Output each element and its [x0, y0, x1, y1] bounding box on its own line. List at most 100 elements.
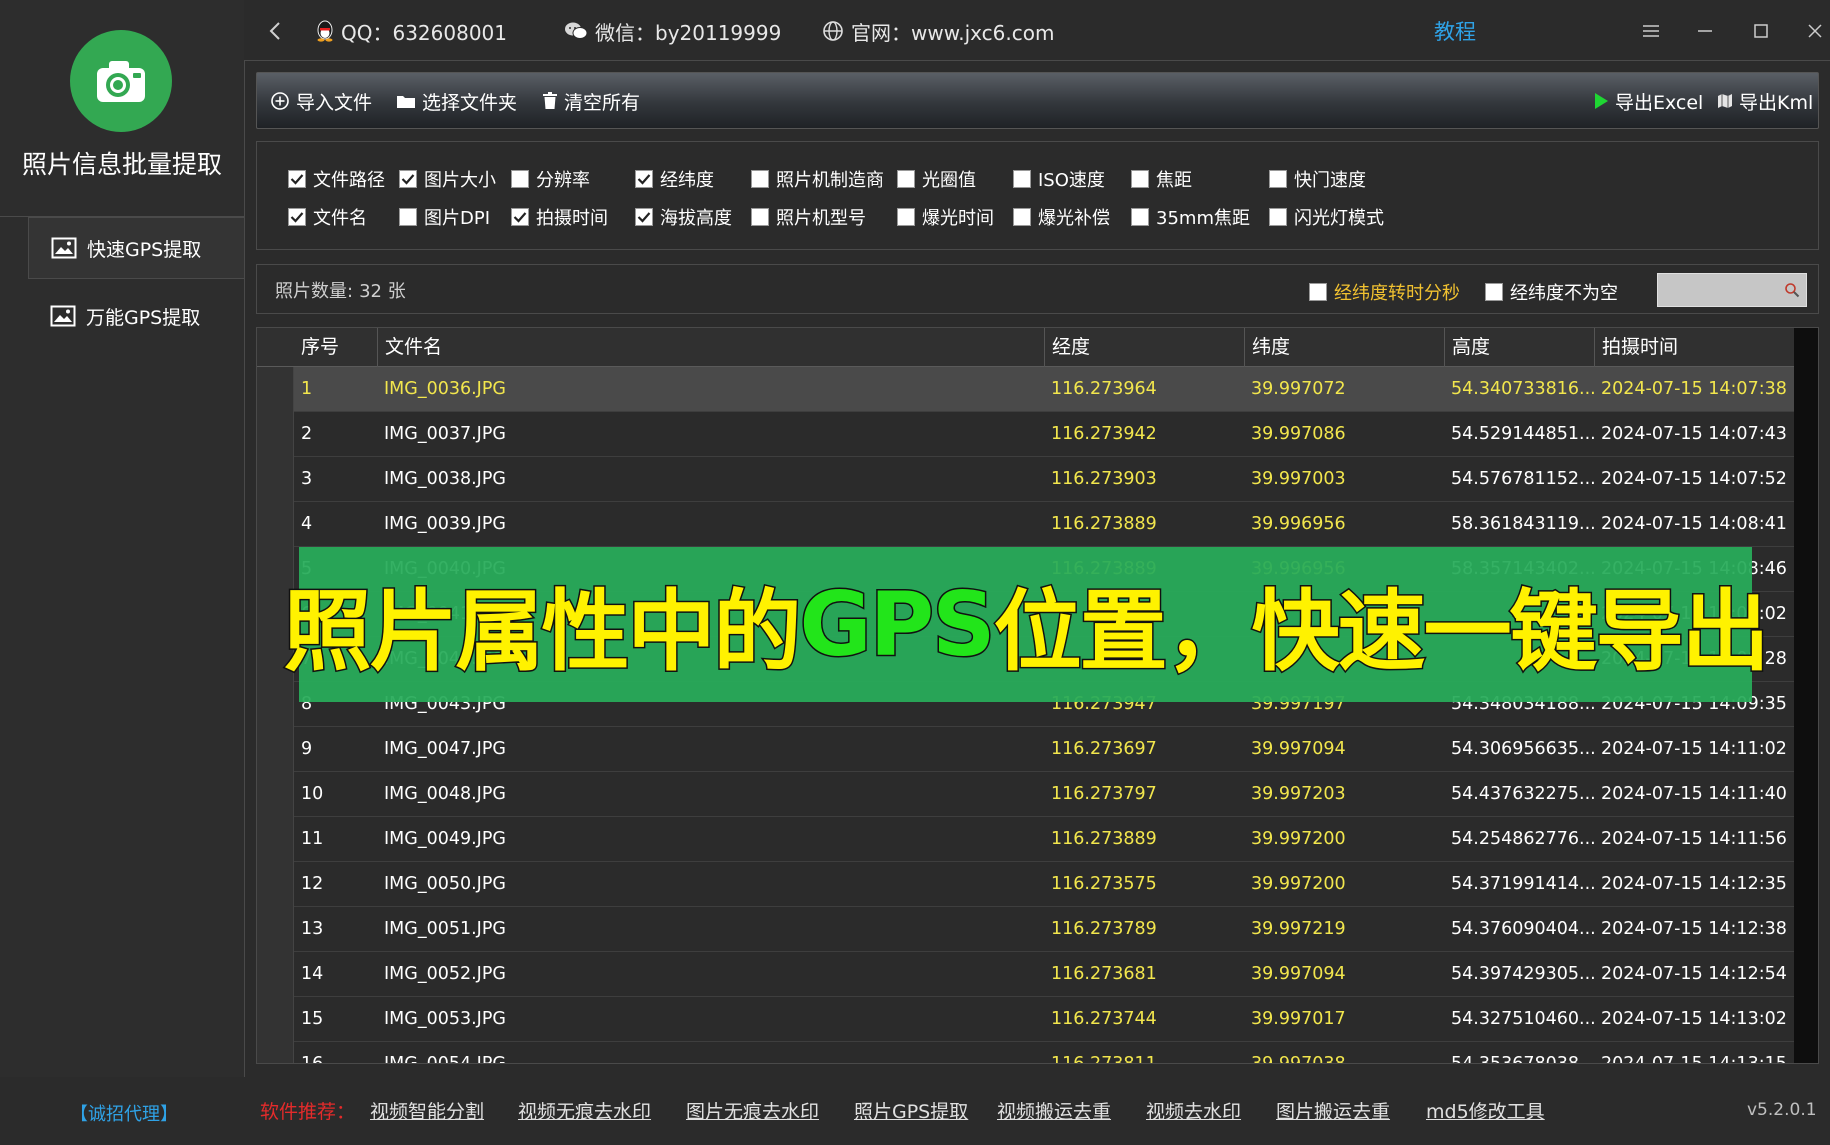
checkbox[interactable]: [1269, 170, 1287, 188]
option-35mm-focal[interactable]: 35mm焦距: [1131, 204, 1250, 230]
export-kml-button[interactable]: 导出Kml: [1717, 83, 1813, 119]
column-header-filename[interactable]: 文件名: [377, 328, 1044, 367]
website-link[interactable]: 官网：www.jxc6.com: [822, 14, 1054, 48]
search-input[interactable]: [1657, 273, 1807, 307]
option-dms-convert[interactable]: 经纬度转时分秒: [1309, 279, 1460, 305]
recommend-link[interactable]: 视频去水印: [1146, 1097, 1241, 1124]
column-header-altitude[interactable]: 高度: [1444, 328, 1594, 367]
row-header[interactable]: [257, 412, 294, 457]
checkbox[interactable]: [399, 170, 417, 188]
table-row[interactable]: 10 IMG_0048.JPG 116.273797 39.997203 54.4376…: [257, 772, 1794, 817]
option-file-path[interactable]: 文件路径: [288, 166, 385, 192]
checkbox[interactable]: [288, 170, 306, 188]
column-header-shoot-time[interactable]: 拍摄时间: [1594, 328, 1794, 367]
table-row[interactable]: 12 IMG_0050.JPG 116.273575 39.997200 54.3719…: [257, 862, 1794, 907]
sidebar-item-universal-gps[interactable]: 万能GPS提取: [28, 285, 244, 347]
option-aperture[interactable]: 光圈值: [897, 166, 976, 192]
checkbox[interactable]: [897, 170, 915, 188]
checkbox[interactable]: [751, 170, 769, 188]
row-header[interactable]: [257, 1042, 294, 1063]
clear-all-button[interactable]: 清空所有: [542, 83, 640, 119]
back-button[interactable]: [268, 14, 282, 48]
option-iso[interactable]: ISO速度: [1013, 166, 1105, 192]
table-row[interactable]: 14 IMG_0052.JPG 116.273681 39.997094 54.3974…: [257, 952, 1794, 997]
vertical-scrollbar[interactable]: [1794, 328, 1818, 1063]
row-header[interactable]: [257, 952, 294, 997]
option-resolution[interactable]: 分辨率: [511, 166, 590, 192]
checkbox[interactable]: [288, 208, 306, 226]
checkbox[interactable]: [897, 208, 915, 226]
option-shutter-speed[interactable]: 快门速度: [1269, 166, 1366, 192]
table-row[interactable]: 4 IMG_0039.JPG 116.273889 39.996956 58.36184…: [257, 502, 1794, 547]
row-header[interactable]: [257, 862, 294, 907]
checkbox[interactable]: [635, 170, 653, 188]
checkbox[interactable]: [1013, 208, 1031, 226]
checkbox[interactable]: [511, 208, 529, 226]
option-camera-model[interactable]: 照片机型号: [751, 204, 866, 230]
option-lat-lng[interactable]: 经纬度: [635, 166, 714, 192]
recommend-link[interactable]: 照片GPS提取: [854, 1097, 968, 1124]
option-nonempty-coords[interactable]: 经纬度不为空: [1485, 279, 1618, 305]
row-header[interactable]: [257, 367, 294, 412]
column-header-latitude[interactable]: 纬度: [1244, 328, 1444, 367]
table-cell-index: 15: [301, 1009, 324, 1029]
minimize-button[interactable]: [1685, 14, 1725, 48]
table-row[interactable]: 13 IMG_0051.JPG 116.273789 39.997219 54.3760…: [257, 907, 1794, 952]
table-row[interactable]: 15 IMG_0053.JPG 116.273744 39.997017 54.3275…: [257, 997, 1794, 1042]
row-header[interactable]: [257, 817, 294, 862]
checkbox[interactable]: [1131, 170, 1149, 188]
checkbox[interactable]: [511, 170, 529, 188]
row-header[interactable]: [257, 997, 294, 1042]
table-row[interactable]: 9 IMG_0047.JPG 116.273697 39.997094 54.30695…: [257, 727, 1794, 772]
option-image-dpi[interactable]: 图片DPI: [399, 204, 490, 230]
option-file-name[interactable]: 文件名: [288, 204, 367, 230]
checkbox[interactable]: [751, 208, 769, 226]
checkbox[interactable]: [1485, 283, 1503, 301]
row-header[interactable]: [257, 772, 294, 817]
option-image-size[interactable]: 图片大小: [399, 166, 496, 192]
option-camera-maker[interactable]: 照片机制造商: [751, 166, 884, 192]
table-row[interactable]: 11 IMG_0049.JPG 116.273889 39.997200 54.2548…: [257, 817, 1794, 862]
table-row[interactable]: 16 IMG_0054.JPG 116.273811 39.997038 54.3536…: [257, 1042, 1794, 1063]
agent-recruit-link[interactable]: 【诚招代理】: [70, 1100, 178, 1126]
import-file-button[interactable]: 导入文件: [270, 83, 372, 119]
row-header[interactable]: [257, 502, 294, 547]
maximize-button[interactable]: [1741, 14, 1781, 48]
recommend-link[interactable]: 视频智能分割: [370, 1097, 484, 1124]
table-row[interactable]: 3 IMG_0038.JPG 116.273903 39.997003 54.57678…: [257, 457, 1794, 502]
option-exposure-time[interactable]: 爆光时间: [897, 204, 994, 230]
option-shoot-time[interactable]: 拍摄时间: [511, 204, 608, 230]
recommend-link[interactable]: 视频搬运去重: [997, 1097, 1111, 1124]
table-row[interactable]: 1 IMG_0036.JPG 116.273964 39.997072 54.34073…: [257, 367, 1794, 412]
option-focal-length[interactable]: 焦距: [1131, 166, 1192, 192]
recommend-link[interactable]: md5修改工具: [1426, 1097, 1545, 1124]
recommend-link[interactable]: 图片搬运去重: [1276, 1097, 1390, 1124]
close-button[interactable]: [1795, 14, 1830, 48]
row-header[interactable]: [257, 907, 294, 952]
option-exposure-comp[interactable]: 爆光补偿: [1013, 204, 1110, 230]
checkbox[interactable]: [399, 208, 417, 226]
column-header-index[interactable]: 序号: [294, 328, 377, 367]
checkbox[interactable]: [1131, 208, 1149, 226]
menu-button[interactable]: [1631, 14, 1671, 48]
export-excel-button[interactable]: 导出Excel: [1593, 83, 1703, 119]
checkbox[interactable]: [1269, 208, 1287, 226]
recommend-link[interactable]: 视频无痕去水印: [518, 1097, 651, 1124]
option-label: 爆光时间: [922, 208, 994, 229]
sidebar-item-fast-gps[interactable]: 快速GPS提取: [28, 217, 244, 279]
checkbox[interactable]: [1309, 283, 1327, 301]
option-flash-mode[interactable]: 闪光灯模式: [1269, 204, 1384, 230]
select-folder-button[interactable]: 选择文件夹: [396, 83, 517, 119]
table-row[interactable]: 2 IMG_0037.JPG 116.273942 39.997086 54.52914…: [257, 412, 1794, 457]
row-header[interactable]: [257, 727, 294, 772]
row-header[interactable]: [257, 682, 294, 727]
option-altitude[interactable]: 海拔高度: [635, 204, 732, 230]
table-cell-filename: IMG_0049.JPG: [384, 829, 506, 849]
tutorial-link[interactable]: 教程: [1434, 14, 1476, 48]
recommend-link[interactable]: 图片无痕去水印: [686, 1097, 819, 1124]
column-header-longitude[interactable]: 经度: [1044, 328, 1244, 367]
checkbox[interactable]: [635, 208, 653, 226]
checkbox[interactable]: [1013, 170, 1031, 188]
row-header[interactable]: [257, 457, 294, 502]
import-file-label: 导入文件: [296, 91, 373, 114]
